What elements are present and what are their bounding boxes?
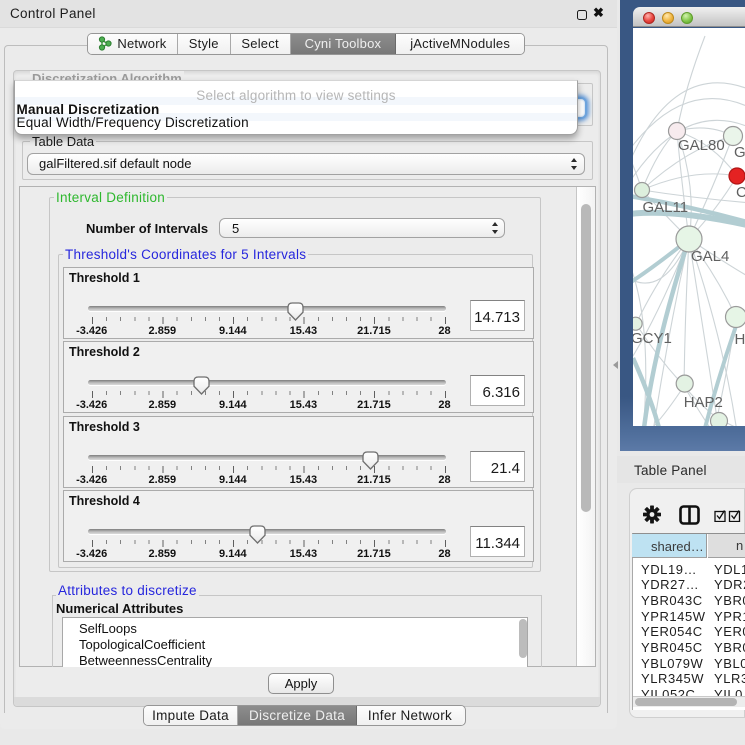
svg-text:HAP2: HAP2 [684, 394, 723, 411]
svg-text:GA: GA [734, 144, 745, 161]
svg-text:GAL11: GAL11 [643, 199, 689, 216]
svg-text:H: H [735, 331, 745, 348]
svg-text:GAL4: GAL4 [691, 248, 729, 265]
svg-text:GCY1: GCY1 [633, 330, 672, 347]
svg-text:C: C [736, 184, 745, 201]
svg-text:GAL80: GAL80 [678, 137, 725, 154]
